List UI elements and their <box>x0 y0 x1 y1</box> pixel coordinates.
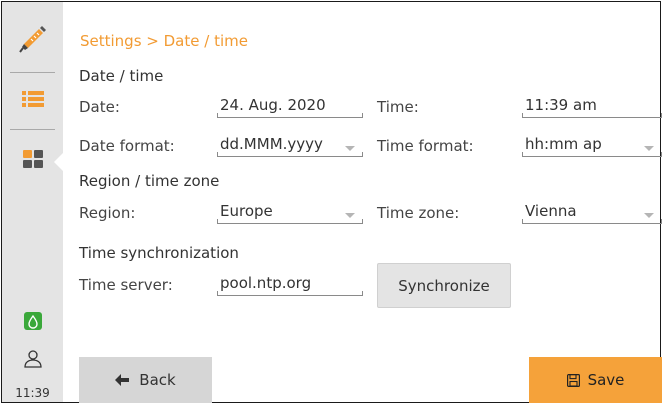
sidebar-separator <box>10 129 55 130</box>
time-field[interactable]: 11:39 am <box>522 96 662 118</box>
time-label: Time: <box>377 98 419 116</box>
chevron-down-icon <box>345 213 355 218</box>
syringe-icon <box>18 26 46 53</box>
region-value: Europe <box>220 202 273 220</box>
time-server-label: Time server: <box>79 276 173 294</box>
grid-icon <box>22 150 43 168</box>
back-button[interactable]: Back <box>79 357 212 403</box>
section-title-datetime: Date / time <box>79 67 164 85</box>
chevron-down-icon <box>345 146 355 151</box>
date-format-label: Date format: <box>79 137 175 155</box>
time-zone-label: Time zone: <box>377 204 460 222</box>
region-label: Region: <box>79 204 136 222</box>
synchronize-button[interactable]: Synchronize <box>377 263 511 308</box>
clock: 11:39 <box>15 386 50 400</box>
save-label: Save <box>587 371 625 389</box>
chevron-down-icon <box>644 213 654 218</box>
time-zone-select[interactable]: Vienna <box>522 202 662 224</box>
date-label: Date: <box>79 98 120 116</box>
sidebar-item-list[interactable] <box>2 90 63 108</box>
user-icon <box>23 350 42 368</box>
save-button[interactable]: Save <box>529 357 662 403</box>
chevron-down-icon <box>644 146 654 151</box>
sidebar-item-battery[interactable] <box>2 312 63 330</box>
date-format-select[interactable]: dd.MMM.yyyy <box>217 135 363 157</box>
breadcrumb: Settings > Date / time <box>80 32 248 50</box>
time-format-label: Time format: <box>377 137 474 155</box>
time-format-select[interactable]: hh:mm ap <box>522 135 662 157</box>
date-format-value: dd.MMM.yyyy <box>220 135 323 153</box>
date-value: 24. Aug. 2020 <box>220 96 326 114</box>
sidebar-separator <box>10 72 55 73</box>
floppy-disk-icon <box>566 373 580 387</box>
time-value: 11:39 am <box>525 96 597 114</box>
sidebar: 11:39 <box>2 2 64 402</box>
list-icon <box>21 91 44 107</box>
arrow-left-icon <box>115 374 130 386</box>
time-server-value: pool.ntp.org <box>220 274 312 292</box>
time-format-value: hh:mm ap <box>525 135 602 153</box>
date-field[interactable]: 24. Aug. 2020 <box>217 96 363 118</box>
main-content: Settings > Date / time Date / time Date:… <box>63 2 662 403</box>
region-select[interactable]: Europe <box>217 202 363 224</box>
battery-icon <box>23 312 42 330</box>
section-title-region: Region / time zone <box>79 172 220 190</box>
section-title-sync: Time synchronization <box>79 244 239 262</box>
sidebar-item-user[interactable] <box>2 350 63 368</box>
back-label: Back <box>139 371 176 389</box>
sidebar-item-tools[interactable] <box>2 24 63 54</box>
time-zone-value: Vienna <box>525 202 577 220</box>
time-server-input[interactable]: pool.ntp.org <box>217 274 363 296</box>
synchronize-label: Synchronize <box>398 276 490 295</box>
app-window: 11:39 Settings > Date / time Date / time… <box>1 1 662 403</box>
